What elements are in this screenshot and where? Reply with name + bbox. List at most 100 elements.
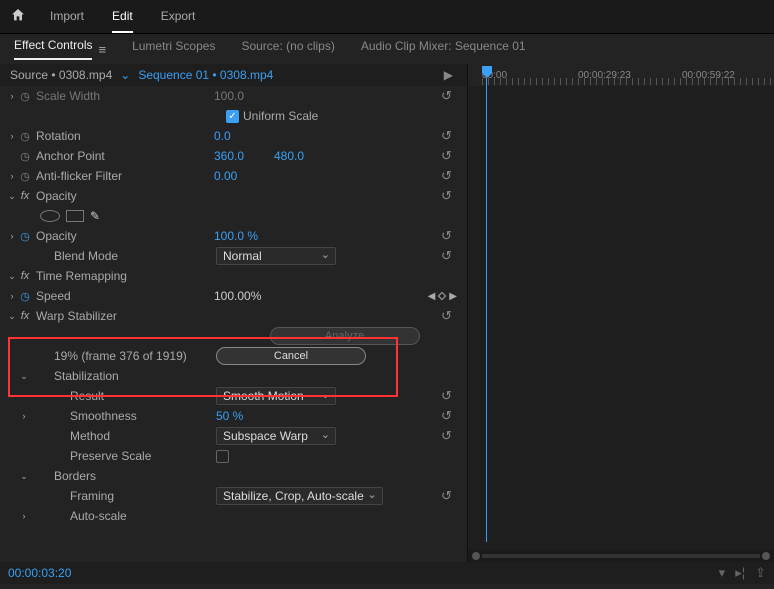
reset-icon[interactable]: ↺ bbox=[441, 148, 459, 164]
reset-icon[interactable]: ↺ bbox=[441, 308, 459, 324]
tab-export[interactable]: Export bbox=[161, 1, 196, 33]
export-frame-icon[interactable]: ⇪ bbox=[755, 565, 766, 581]
reset-icon[interactable]: ↺ bbox=[441, 128, 459, 144]
playhead-toggle-icon[interactable]: ▶ bbox=[444, 68, 453, 82]
stopwatch-icon[interactable]: ◷ bbox=[18, 290, 32, 303]
tab-edit[interactable]: Edit bbox=[112, 1, 133, 33]
chevron-right-icon[interactable]: › bbox=[6, 231, 18, 241]
fx-badge[interactable]: fx bbox=[18, 270, 32, 282]
stopwatch-icon[interactable]: ◷ bbox=[18, 150, 32, 163]
reset-icon[interactable]: ↺ bbox=[441, 408, 459, 424]
source-dropdown-icon[interactable]: ⌄ bbox=[120, 68, 130, 82]
preserve-scale-label: Preserve Scale bbox=[30, 449, 216, 463]
playhead-line bbox=[486, 78, 487, 542]
auto-scale-label: Auto-scale bbox=[30, 509, 212, 523]
chevron-right-icon[interactable]: › bbox=[18, 511, 30, 521]
source-clip-label: Source • 0308.mp4 bbox=[10, 68, 112, 82]
progress-label: 19% (frame 376 of 1919) bbox=[30, 349, 216, 363]
chevron-down-icon[interactable]: ⌄ bbox=[18, 471, 30, 482]
scale-width-value[interactable]: 100.0 bbox=[214, 89, 354, 103]
source-row: Source • 0308.mp4 ⌄ Sequence 01 • 0308.m… bbox=[0, 64, 467, 86]
warp-stabilizer-label: Warp Stabilizer bbox=[32, 309, 214, 323]
tab-source[interactable]: Source: (no clips) bbox=[241, 39, 334, 59]
uniform-scale-label: Uniform Scale bbox=[243, 109, 318, 123]
playback-icon[interactable]: ▸¦ bbox=[735, 565, 745, 581]
reset-icon[interactable]: ↺ bbox=[441, 188, 459, 204]
framing-label: Framing bbox=[30, 489, 216, 503]
chevron-down-icon[interactable]: ⌄ bbox=[6, 271, 18, 282]
top-bar: Import Edit Export bbox=[0, 0, 774, 34]
framing-select[interactable]: Stabilize, Crop, Auto-scale bbox=[216, 487, 383, 505]
reset-icon[interactable]: ↺ bbox=[441, 388, 459, 404]
chevron-right-icon[interactable]: › bbox=[6, 91, 18, 101]
antiflicker-label: Anti-flicker Filter bbox=[32, 169, 214, 183]
stopwatch-icon[interactable]: ◷ bbox=[18, 170, 32, 183]
cancel-button[interactable]: Cancel bbox=[216, 347, 366, 365]
rotation-label: Rotation bbox=[32, 129, 214, 143]
property-list: › ◷ Scale Width 100.0 ↺ ✓ Uniform Scale … bbox=[0, 86, 467, 562]
result-label: Result bbox=[30, 389, 216, 403]
timecode-label[interactable]: 00:00:03:20 bbox=[8, 566, 71, 580]
stopwatch-icon[interactable]: ◷ bbox=[18, 90, 32, 103]
reset-icon[interactable]: ↺ bbox=[441, 428, 459, 444]
fx-badge[interactable]: fx bbox=[18, 310, 32, 322]
preserve-scale-checkbox[interactable] bbox=[216, 450, 229, 463]
scale-width-label: Scale Width bbox=[32, 89, 214, 103]
home-icon[interactable] bbox=[10, 7, 26, 26]
panel-tabs: Effect Controls ≡ Lumetri Scopes Source:… bbox=[0, 34, 774, 64]
time-ruler[interactable]: 00:00 00:00:29:23 00:00:59:22 bbox=[468, 64, 774, 86]
blend-mode-select[interactable]: Normal bbox=[216, 247, 336, 265]
mask-ellipse-icon[interactable] bbox=[40, 210, 60, 222]
opacity-value[interactable]: 100.0 % bbox=[214, 229, 354, 243]
reset-icon[interactable]: ↺ bbox=[441, 88, 459, 104]
scroll-track[interactable] bbox=[482, 554, 760, 558]
reset-icon[interactable]: ↺ bbox=[441, 168, 459, 184]
borders-label: Borders bbox=[30, 469, 212, 483]
scroll-handle-right[interactable] bbox=[762, 552, 770, 560]
chevron-right-icon[interactable]: › bbox=[6, 131, 18, 141]
reset-icon[interactable]: ↺ bbox=[441, 248, 459, 264]
chevron-right-icon[interactable]: › bbox=[18, 411, 30, 421]
workspace-tabs: Import Edit Export bbox=[50, 1, 195, 33]
result-select[interactable]: Smooth Motion bbox=[216, 387, 336, 405]
reset-icon[interactable]: ↺ bbox=[441, 488, 459, 504]
filter-icon[interactable]: ▾ bbox=[719, 565, 726, 581]
prev-keyframe-icon[interactable]: ◀ bbox=[428, 291, 436, 302]
smoothness-label: Smoothness bbox=[30, 409, 216, 423]
anchor-x-value[interactable]: 360.0 bbox=[214, 149, 274, 163]
tab-audio-mixer[interactable]: Audio Clip Mixer: Sequence 01 bbox=[361, 39, 526, 59]
fx-badge[interactable]: fx bbox=[18, 190, 32, 202]
reset-icon[interactable]: ↺ bbox=[441, 228, 459, 244]
uniform-scale-checkbox[interactable]: ✓ bbox=[226, 110, 239, 123]
chevron-right-icon[interactable]: › bbox=[6, 171, 18, 181]
smoothness-value[interactable]: 50 % bbox=[216, 409, 356, 423]
anchor-point-label: Anchor Point bbox=[32, 149, 214, 163]
footer: 00:00:03:20 ▾ ▸¦ ⇪ bbox=[0, 562, 774, 584]
scroll-handle-left[interactable] bbox=[472, 552, 480, 560]
sequence-clip-link[interactable]: Sequence 01 • 0308.mp4 bbox=[138, 68, 273, 82]
chevron-down-icon[interactable]: ⌄ bbox=[18, 371, 30, 382]
chevron-down-icon[interactable]: ⌄ bbox=[6, 191, 18, 202]
method-select[interactable]: Subspace Warp bbox=[216, 427, 336, 445]
opacity-group-label: Opacity bbox=[32, 189, 214, 203]
stopwatch-icon[interactable]: ◷ bbox=[18, 130, 32, 143]
tab-effect-controls[interactable]: Effect Controls bbox=[14, 38, 92, 60]
add-keyframe-icon[interactable] bbox=[438, 292, 446, 300]
speed-value[interactable]: 100.00% bbox=[214, 289, 354, 303]
tab-lumetri-scopes[interactable]: Lumetri Scopes bbox=[132, 39, 215, 59]
rotation-value[interactable]: 0.0 bbox=[214, 129, 354, 143]
stopwatch-icon[interactable]: ◷ bbox=[18, 230, 32, 243]
chevron-down-icon[interactable]: ⌄ bbox=[6, 311, 18, 322]
chevron-right-icon[interactable]: › bbox=[6, 291, 18, 301]
tab-import[interactable]: Import bbox=[50, 1, 84, 33]
mask-rect-icon[interactable] bbox=[66, 210, 84, 222]
timeline-panel: 00:00 00:00:29:23 00:00:59:22 bbox=[468, 64, 774, 562]
horizontal-scrollbar[interactable] bbox=[468, 550, 774, 562]
mask-pen-icon[interactable]: ✎ bbox=[90, 209, 100, 223]
time-remapping-label: Time Remapping bbox=[32, 269, 214, 283]
next-keyframe-icon[interactable]: ▶ bbox=[449, 291, 457, 302]
antiflicker-value[interactable]: 0.00 bbox=[214, 169, 354, 183]
panel-menu-icon[interactable]: ≡ bbox=[98, 42, 106, 57]
analyze-button[interactable]: Analyze bbox=[270, 327, 420, 345]
anchor-y-value[interactable]: 480.0 bbox=[274, 149, 414, 163]
